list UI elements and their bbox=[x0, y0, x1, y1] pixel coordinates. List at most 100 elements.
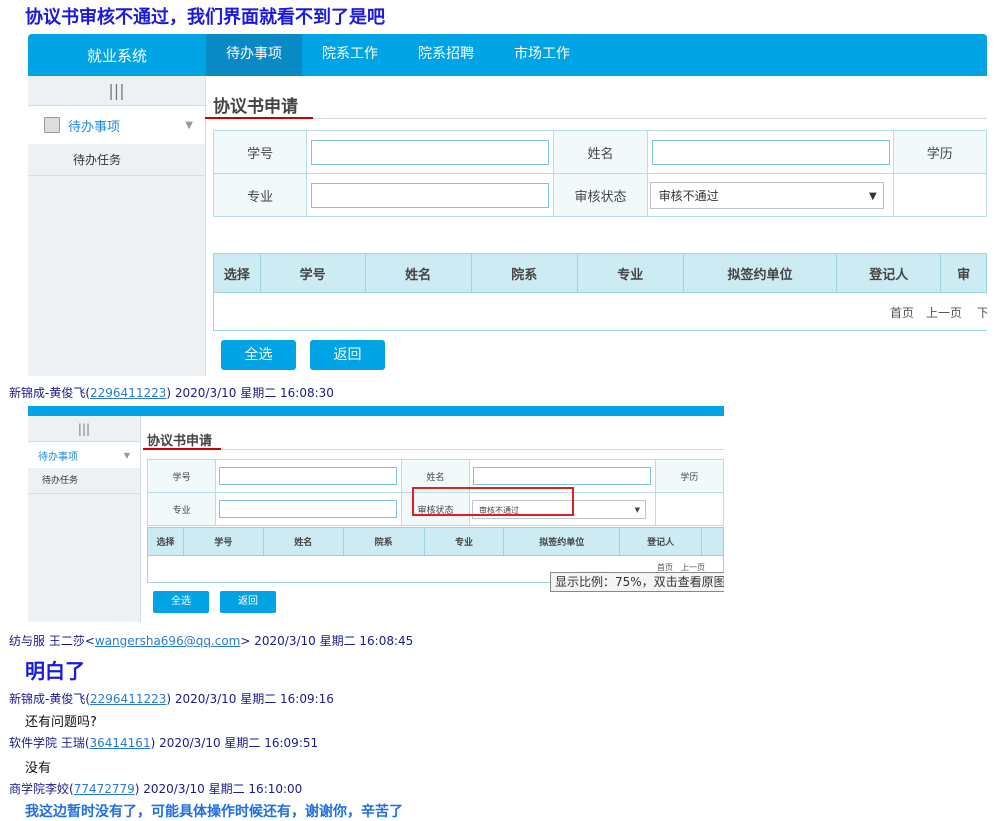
sidebar-menu-label: 待办事项 bbox=[68, 119, 121, 135]
select-all-button[interactable]: 全选 bbox=[221, 340, 296, 370]
major-label: 专业 bbox=[212, 173, 308, 217]
column-header bbox=[701, 527, 724, 556]
results-table: 选择 学号 姓名 院系 专业 拟签约单位 登记人 bbox=[147, 527, 724, 556]
major-input[interactable] bbox=[219, 500, 398, 518]
screenshot-image[interactable]: 就业系统 待办事项 院系工作 院系招聘 市场工作 ||| 待办事项 ▼ 待办任务… bbox=[28, 34, 987, 376]
message-text: 还有问题吗? bbox=[25, 715, 97, 730]
chevron-down-icon: ▼ bbox=[185, 119, 193, 131]
chevron-down-icon: ▼ bbox=[634, 505, 641, 514]
zoom-tooltip: 显示比例：75%，双击查看原图 bbox=[550, 572, 724, 592]
message-sender: 纺与服 王二莎<wangersha696@qq.com> 2020/3/10 星… bbox=[9, 632, 413, 649]
student-id-label: 学号 bbox=[146, 459, 217, 493]
name-input[interactable] bbox=[651, 139, 890, 165]
back-button[interactable]: 返回 bbox=[310, 340, 385, 370]
title-underline bbox=[143, 448, 221, 450]
qq-link[interactable]: 77472779 bbox=[74, 782, 135, 796]
sidebar-item-todo-tasks[interactable]: 待办任务 bbox=[28, 144, 205, 176]
column-header: 姓名 bbox=[364, 253, 472, 293]
sidebar-menu-todo[interactable]: 待办事项 ▼ bbox=[28, 442, 140, 468]
name-label: 姓名 bbox=[553, 130, 648, 174]
sidebar: ||| 待办事项 ▼ 待办任务 bbox=[28, 416, 141, 622]
document-icon bbox=[44, 117, 60, 133]
sidebar-item-todo-tasks[interactable]: 待办任务 bbox=[28, 468, 140, 494]
sender-name: 纺与服 王二莎< bbox=[9, 634, 95, 648]
message-time: ) 2020/3/10 星期二 16:08:30 bbox=[166, 386, 334, 400]
column-header: 专业 bbox=[576, 253, 684, 293]
page-title: 协议书申请 bbox=[213, 97, 298, 117]
nav-tab-dept-work[interactable]: 院系工作 bbox=[302, 34, 398, 76]
student-id-input[interactable] bbox=[311, 139, 550, 165]
pager: 首页 上一页 下 bbox=[213, 292, 987, 331]
student-id-cell bbox=[306, 130, 555, 174]
top-nav-bar bbox=[28, 406, 724, 416]
qq-link[interactable]: 36414161 bbox=[90, 736, 151, 750]
qq-link[interactable]: 2296411223 bbox=[90, 692, 166, 706]
sidebar-toggle[interactable]: ||| bbox=[28, 76, 205, 106]
sender-name: 新锦成-黄俊飞( bbox=[9, 692, 91, 706]
message-text: 我这边暂时没有了，可能具体操作时候还有，谢谢你，辛苦了 bbox=[25, 804, 403, 820]
name-input[interactable] bbox=[473, 467, 652, 485]
review-status-value: 审核不通过 bbox=[658, 188, 719, 203]
results-table: 选择 学号 姓名 院系 专业 拟签约单位 登记人 审 bbox=[213, 253, 987, 293]
name-cell bbox=[646, 130, 894, 174]
nav-tab-dept-recruit[interactable]: 院系招聘 bbox=[398, 34, 494, 76]
message-sender: 新锦成-黄俊飞(2296411223) 2020/3/10 星期二 16:08:… bbox=[9, 384, 334, 401]
sidebar: ||| 待办事项 ▼ 待办任务 bbox=[28, 76, 206, 376]
message-time: > 2020/3/10 星期二 16:08:45 bbox=[240, 634, 414, 648]
pager-prev[interactable]: 上一页 bbox=[926, 304, 962, 321]
select-all-button[interactable]: 全选 bbox=[153, 591, 209, 613]
sidebar-menu-label: 待办事项 bbox=[38, 451, 78, 463]
highlight-box bbox=[412, 487, 574, 516]
screenshot-image-2[interactable]: ||| 待办事项 ▼ 待办任务 协议书申请 学号 姓名 学历 专业 审核状态 审核… bbox=[28, 406, 724, 622]
empty-cell bbox=[654, 492, 724, 526]
back-button[interactable]: 返回 bbox=[220, 591, 276, 613]
review-status-select[interactable]: 审核不通过 ▼ bbox=[649, 181, 884, 209]
main-content: 协议书申请 学号 姓名 学历 专业 审核状态 审核不通过 ▼ 选择 学号 姓名 … bbox=[205, 76, 987, 376]
sidebar-menu-todo[interactable]: 待办事项 ▼ bbox=[28, 106, 205, 144]
major-input[interactable] bbox=[311, 182, 550, 208]
message-sender: 新锦成-黄俊飞(2296411223) 2020/3/10 星期二 16:09:… bbox=[9, 690, 334, 707]
pager-first[interactable]: 首页 bbox=[890, 304, 914, 321]
nav-tab-market-work[interactable]: 市场工作 bbox=[494, 34, 590, 76]
pager-next[interactable]: 下 bbox=[977, 304, 987, 321]
message-time: ) 2020/3/10 星期二 16:09:51 bbox=[150, 736, 319, 750]
qq-link[interactable]: 2296411223 bbox=[90, 386, 166, 400]
column-header: 审 bbox=[940, 253, 987, 293]
review-status-label: 审核状态 bbox=[553, 173, 648, 217]
message-sender: 软件学院 王瑞(36414161) 2020/3/10 星期二 16:09:51 bbox=[9, 734, 318, 751]
major-cell bbox=[215, 492, 402, 526]
column-header: 登记人 bbox=[619, 527, 702, 556]
major-cell bbox=[306, 173, 555, 217]
column-header: 姓名 bbox=[262, 527, 344, 556]
column-header: 拟签约单位 bbox=[503, 527, 621, 556]
title-divider bbox=[143, 449, 724, 450]
column-header: 登记人 bbox=[836, 253, 942, 293]
column-header: 选择 bbox=[213, 253, 261, 293]
chevron-down-icon: ▼ bbox=[868, 190, 877, 202]
empty-cell bbox=[892, 173, 987, 217]
column-header: 拟签约单位 bbox=[682, 253, 838, 293]
chevron-down-icon: ▼ bbox=[123, 450, 130, 460]
column-header: 专业 bbox=[423, 527, 505, 556]
student-id-cell bbox=[215, 459, 402, 493]
column-header: 院系 bbox=[470, 253, 578, 293]
major-label: 专业 bbox=[146, 492, 217, 526]
message-time: ) 2020/3/10 星期二 16:10:00 bbox=[134, 782, 303, 796]
app-brand: 就业系统 bbox=[86, 47, 147, 65]
nav-tab-todo[interactable]: 待办事项 bbox=[206, 34, 302, 76]
column-header: 选择 bbox=[147, 527, 184, 556]
message-time: ) 2020/3/10 星期二 16:09:16 bbox=[166, 692, 334, 706]
student-id-input[interactable] bbox=[219, 467, 398, 485]
title-divider bbox=[205, 118, 987, 119]
email-link[interactable]: wangersha696@qq.com bbox=[95, 634, 241, 648]
page-title: 协议书申请 bbox=[147, 434, 213, 449]
sidebar-toggle[interactable]: ||| bbox=[28, 416, 140, 442]
review-status-cell: 审核不通过 ▼ bbox=[646, 173, 894, 217]
degree-label: 学历 bbox=[892, 130, 987, 174]
sender-name: 软件学院 王瑞( bbox=[9, 736, 90, 750]
message-text: 明白了 bbox=[25, 659, 85, 683]
sender-name: 新锦成-黄俊飞( bbox=[9, 386, 91, 400]
column-header: 院系 bbox=[342, 527, 425, 556]
column-header: 学号 bbox=[259, 253, 366, 293]
degree-label: 学历 bbox=[654, 459, 724, 493]
